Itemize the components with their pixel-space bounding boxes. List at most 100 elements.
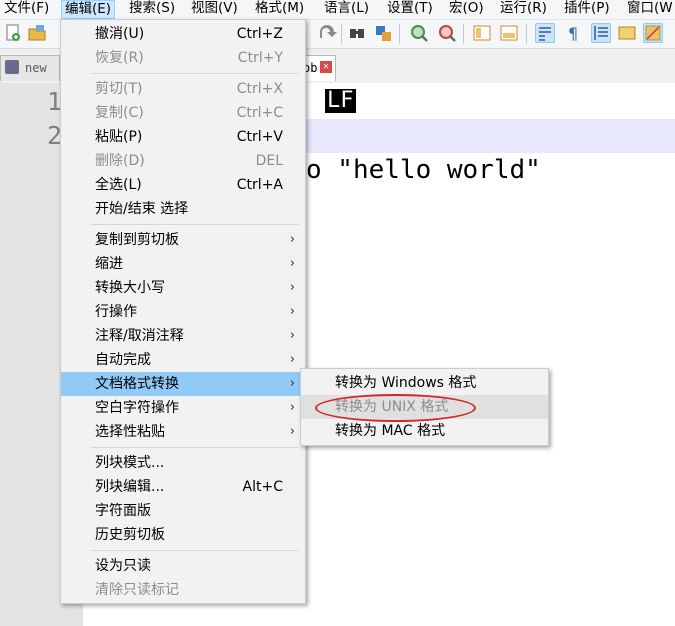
menu-settings[interactable]: 设置(T) — [384, 0, 436, 19]
menu-item-paste[interactable]: 粘贴(P) Ctrl+V — [61, 125, 305, 149]
menu-language[interactable]: 语言(L) — [321, 0, 372, 19]
menu-item-label: 清除只读标记 — [95, 582, 179, 598]
menu-item-shortcut: DEL — [255, 153, 283, 169]
menu-item-label: 剪切(T) — [95, 81, 143, 97]
menu-item-comment[interactable]: 注释/取消注释 › — [61, 324, 305, 348]
chevron-right-icon: › — [289, 280, 295, 295]
menu-macro[interactable]: 宏(O) — [446, 0, 487, 19]
menu-item-set-readonly[interactable]: 设为只读 — [61, 554, 305, 578]
menu-item-line-operations[interactable]: 行操作 › — [61, 300, 305, 324]
menu-item-delete[interactable]: 删除(D) DEL — [61, 149, 305, 173]
menu-item-label: 复制(C) — [95, 105, 144, 121]
menu-item-label: 恢复(R) — [95, 50, 144, 66]
toolbar-separator — [526, 24, 527, 44]
menu-item-copy[interactable]: 复制(C) Ctrl+C — [61, 101, 305, 125]
word-wrap-icon[interactable] — [535, 23, 555, 43]
menu-separator — [91, 447, 299, 448]
zoom-out-icon[interactable] — [437, 23, 457, 43]
toolbar-separator — [399, 24, 400, 44]
menu-item-eol-conversion[interactable]: 文档格式转换 › — [61, 372, 305, 396]
menu-window[interactable]: 窗口(W — [624, 0, 675, 19]
menu-item-label: 撤消(U) — [95, 26, 145, 42]
menu-item-label: 转换为 Windows 格式 — [335, 375, 477, 391]
tab-label: new — [25, 61, 47, 75]
menu-item-redo[interactable]: 恢复(R) Ctrl+Y — [61, 46, 305, 70]
menu-separator — [91, 224, 299, 225]
menu-run[interactable]: 运行(R) — [497, 0, 550, 19]
menu-item-copy-to-clipboard[interactable]: 复制到剪切板 › — [61, 228, 305, 252]
menu-item-label: 注释/取消注释 — [95, 328, 184, 344]
menu-item-cut[interactable]: 剪切(T) Ctrl+X — [61, 77, 305, 101]
menu-item-begin-end-select[interactable]: 开始/结束 选择 — [61, 197, 305, 221]
menu-item-label: 历史剪切板 — [95, 527, 165, 543]
menu-plugins[interactable]: 插件(P) — [561, 0, 613, 19]
redo-icon[interactable] — [317, 23, 337, 43]
chevron-right-icon: › — [289, 256, 295, 271]
menu-item-convert-to-windows[interactable]: 转换为 Windows 格式 — [301, 371, 548, 395]
menu-item-clear-readonly[interactable]: 清除只读标记 — [61, 578, 305, 602]
chevron-right-icon: › — [289, 400, 295, 415]
sync-vertical-icon[interactable] — [472, 23, 492, 43]
menu-separator — [91, 73, 299, 74]
menu-item-label: 字符面版 — [95, 503, 151, 519]
menu-item-shortcut: Ctrl+Z — [236, 26, 283, 42]
menu-item-clipboard-history[interactable]: 历史剪切板 — [61, 523, 305, 547]
doc-map-icon[interactable] — [643, 23, 663, 43]
zoom-in-icon[interactable] — [409, 23, 429, 43]
code-text: o "hello world" — [306, 155, 541, 185]
menu-item-label: 自动完成 — [95, 352, 151, 368]
user-language-icon[interactable] — [617, 23, 637, 43]
menu-item-label: 全选(L) — [95, 177, 142, 193]
menu-item-undo[interactable]: 撤消(U) Ctrl+Z — [61, 22, 305, 46]
sync-horizontal-icon[interactable] — [499, 23, 519, 43]
indent-guide-icon[interactable] — [591, 23, 611, 43]
menu-item-shortcut: Ctrl+A — [236, 177, 283, 193]
menu-item-select-all[interactable]: 全选(L) Ctrl+A — [61, 173, 305, 197]
menu-search[interactable]: 搜索(S) — [126, 0, 178, 19]
menu-file[interactable]: 文件(F) — [1, 0, 52, 19]
menu-item-auto-complete[interactable]: 自动完成 › — [61, 348, 305, 372]
menu-item-label: 列块编辑... — [95, 479, 165, 495]
menu-item-character-panel[interactable]: 字符面版 — [61, 499, 305, 523]
replace-icon[interactable] — [373, 23, 393, 43]
menubar: 文件(F) 编辑(E) 搜索(S) 视图(V) 格式(M) 语言(L) 设置(T… — [0, 0, 675, 20]
menu-item-convert-to-mac[interactable]: 转换为 MAC 格式 — [301, 419, 548, 443]
tab-new[interactable]: new — [0, 55, 60, 81]
menu-item-label: 空白字符操作 — [95, 400, 179, 416]
menu-item-shortcut: Ctrl+C — [236, 105, 283, 121]
menu-item-label: 设为只读 — [95, 558, 151, 574]
annotation-highlight-oval — [315, 394, 476, 422]
svg-text:¶: ¶ — [568, 24, 578, 43]
open-file-icon[interactable] — [27, 23, 47, 43]
menu-item-label: 转换为 MAC 格式 — [335, 423, 446, 439]
menu-item-blank-operations[interactable]: 空白字符操作 › — [61, 396, 305, 420]
chevron-right-icon: › — [289, 352, 295, 367]
find-icon[interactable] — [347, 23, 367, 43]
menu-item-paste-special[interactable]: 选择性粘贴 › — [61, 420, 305, 444]
menu-view[interactable]: 视图(V) — [188, 0, 241, 19]
menu-item-label: 行操作 — [95, 304, 137, 320]
menu-item-label: 文档格式转换 — [95, 376, 179, 392]
toolbar-separator — [463, 24, 464, 44]
menu-item-label: 缩进 — [95, 256, 123, 272]
chevron-right-icon: › — [289, 376, 295, 391]
toolbar-separator — [341, 24, 342, 44]
chevron-right-icon: › — [289, 304, 295, 319]
menu-item-label: 删除(D) — [95, 153, 145, 169]
show-all-chars-icon[interactable]: ¶ — [563, 23, 583, 43]
menu-item-column-editor[interactable]: 列块编辑... Alt+C — [61, 475, 305, 499]
menu-item-shortcut: Ctrl+Y — [237, 50, 283, 66]
menu-item-convert-case[interactable]: 转换大小写 › — [61, 276, 305, 300]
menu-item-indent[interactable]: 缩进 › — [61, 252, 305, 276]
menu-item-shortcut: Alt+C — [242, 479, 283, 495]
chevron-right-icon: › — [289, 232, 295, 247]
menu-item-label: 选择性粘贴 — [95, 424, 165, 440]
menu-item-column-mode[interactable]: 列块模式... — [61, 451, 305, 475]
menu-format[interactable]: 格式(M) — [252, 0, 307, 19]
new-file-icon[interactable] — [3, 23, 23, 43]
close-icon[interactable]: ✕ — [320, 61, 332, 73]
menu-item-shortcut: Ctrl+V — [236, 129, 283, 145]
menu-edit[interactable]: 编辑(E) — [61, 0, 116, 19]
chevron-right-icon: › — [289, 424, 295, 439]
menu-item-shortcut: Ctrl+X — [236, 81, 283, 97]
